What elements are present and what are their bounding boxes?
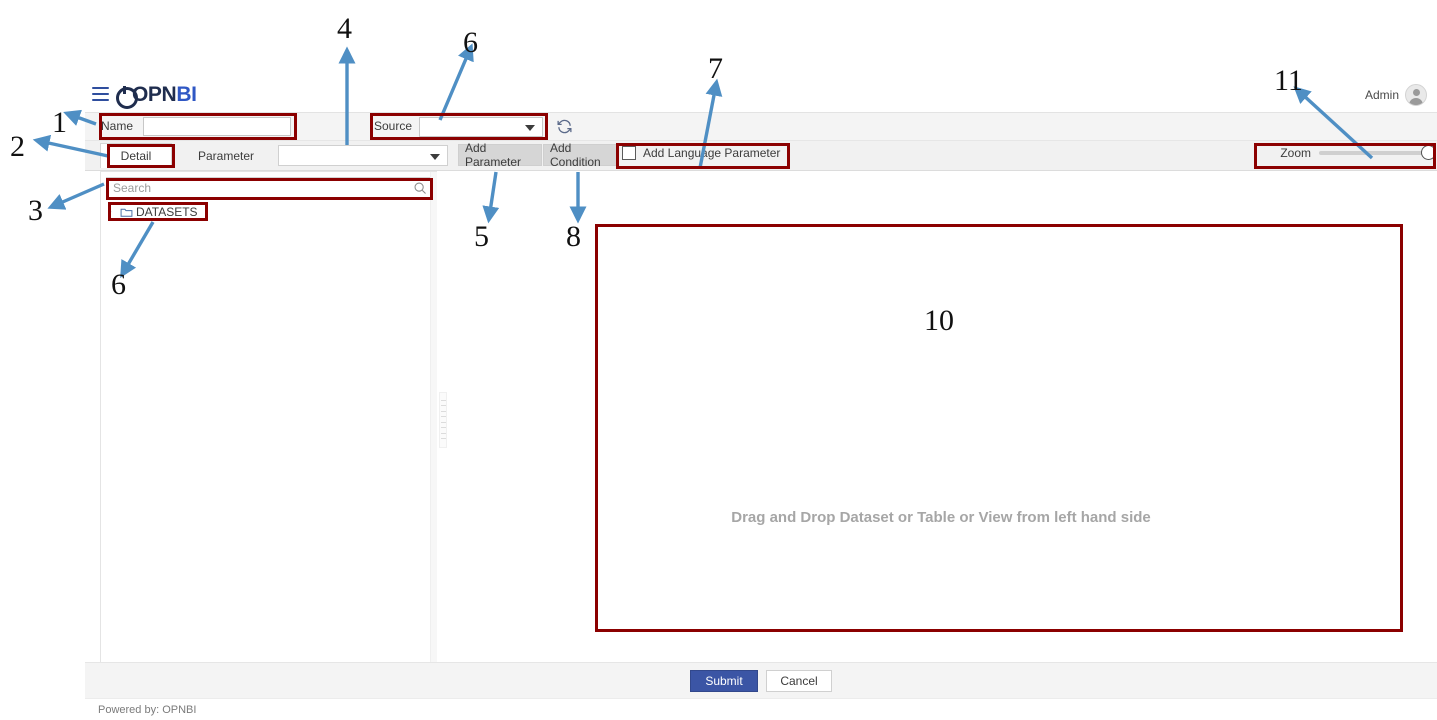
tree-node-datasets[interactable]: › DATASETS	[106, 203, 434, 221]
footer-bar: Powered by: OPNBI	[85, 698, 1437, 720]
add-language-parameter-label: Add Language Parameter	[643, 146, 781, 160]
hamburger-icon[interactable]	[92, 87, 109, 101]
toolbar-row-secondary: Detail Parameter Add Parameter Add Condi…	[85, 141, 1437, 171]
search-icon[interactable]	[413, 181, 427, 195]
user-name-label: Admin	[1364, 88, 1399, 102]
search-input[interactable]	[113, 178, 403, 198]
powered-by-label: Powered by: OPNBI	[98, 703, 197, 716]
chevron-right-icon[interactable]: ›	[108, 206, 117, 218]
add-language-parameter-checkbox[interactable]	[622, 146, 636, 160]
source-label: Source	[374, 119, 413, 133]
logo-mark-icon	[116, 86, 138, 109]
footer-actions: Submit Cancel	[85, 662, 1437, 698]
dataset-tree-panel: › DATASETS	[100, 171, 440, 668]
application-window: OPNBI Admin Name Source ?	[85, 78, 1437, 720]
app-logo: OPNBI	[116, 82, 197, 109]
annotation-number-4: 4	[337, 12, 352, 45]
tab-detail[interactable]: Detail	[100, 143, 172, 168]
name-label: Name	[101, 119, 134, 133]
toolbar-row-primary: Name Source ?	[85, 113, 1437, 172]
panel-splitter[interactable]	[437, 171, 449, 668]
add-condition-button[interactable]: Add Condition	[543, 141, 617, 169]
app-header: OPNBI Admin	[85, 78, 1437, 113]
zoom-slider-thumb[interactable]	[1421, 145, 1436, 160]
parameter-dropdown[interactable]	[278, 145, 448, 166]
tree-node-label: DATASETS	[136, 205, 198, 219]
annotation-number-3: 3	[28, 194, 43, 227]
refresh-icon[interactable]	[556, 118, 573, 135]
annotation-number-2: 2	[10, 130, 25, 163]
zoom-label: Zoom	[1280, 146, 1311, 160]
add-parameter-button[interactable]: Add Parameter	[458, 141, 542, 169]
zoom-control[interactable]: Zoom	[1280, 145, 1436, 160]
logo-text-dark: OPN	[132, 83, 177, 106]
user-area[interactable]: Admin	[1365, 84, 1427, 106]
screenshot-root: OPNBI Admin Name Source ?	[0, 0, 1437, 720]
search-box[interactable]	[106, 177, 434, 199]
submit-button[interactable]: Submit	[690, 669, 758, 692]
chevron-down-icon	[430, 153, 440, 160]
add-language-parameter-group[interactable]: Add Language Parameter	[622, 146, 780, 160]
annotation-number-6a: 6	[463, 26, 478, 59]
parameter-label: Parameter	[198, 149, 255, 163]
dataset-tree: › DATASETS	[106, 203, 434, 221]
dataset-drop-canvas[interactable]: Drag and Drop Dataset or Table or View f…	[451, 171, 1431, 668]
drop-hint-text: Drag and Drop Dataset or Table or View f…	[731, 509, 1151, 526]
body-area: › DATASETS Drag and Drop Dataset or Tabl…	[85, 171, 1437, 676]
cancel-button[interactable]: Cancel	[766, 669, 832, 692]
annotation-number-1: 1	[52, 106, 67, 139]
source-dropdown[interactable]	[419, 117, 543, 137]
zoom-slider-track[interactable]	[1319, 145, 1436, 160]
user-avatar-icon[interactable]	[1405, 84, 1427, 106]
splitter-grip[interactable]	[439, 391, 447, 448]
folder-icon	[120, 208, 133, 217]
chevron-down-icon	[525, 125, 535, 131]
name-input[interactable]	[143, 117, 291, 136]
logo-text-blue: BI	[176, 83, 197, 106]
